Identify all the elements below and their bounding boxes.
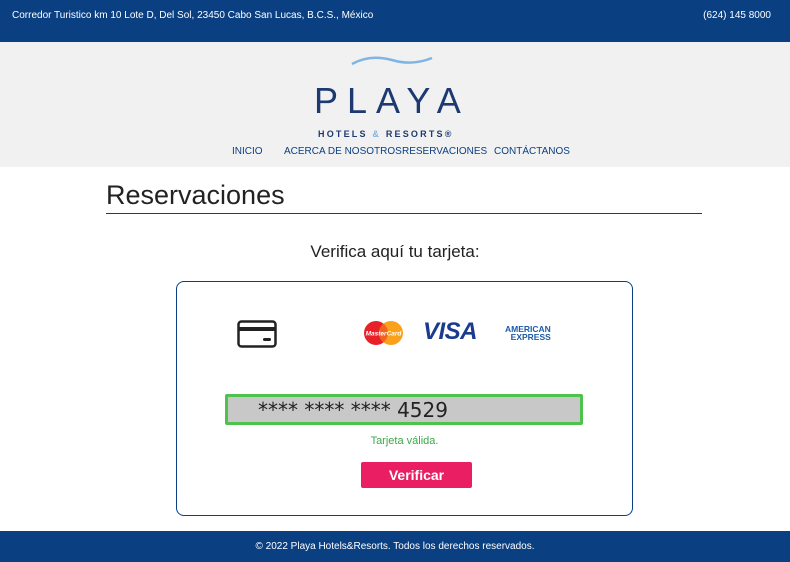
nav-item-acerca[interactable]: ACERCA DE NOSOTROS — [284, 146, 402, 157]
amex-logo: AMERICAN EXPRESS — [505, 325, 551, 342]
logo-subtitle: HOTELS & RESORTS® — [318, 129, 454, 139]
mastercard-logo: MasterCard — [364, 321, 403, 345]
nav-item-inicio[interactable]: INICIO — [232, 146, 263, 157]
visa-logo: VISA — [423, 318, 478, 345]
title-divider — [106, 213, 702, 214]
phone-number[interactable]: (624) 145 8000 — [703, 10, 771, 21]
wave-icon — [351, 56, 433, 66]
playa-logo[interactable]: PLAYA HOTELS & RESORTS® — [300, 50, 490, 140]
validation-message: Tarjeta válida. — [370, 435, 439, 447]
mastercard-label: MasterCard — [366, 331, 403, 338]
card-number-input[interactable] — [225, 394, 583, 425]
amex-line2: EXPRESS — [510, 332, 551, 342]
site-header: PLAYA HOTELS & RESORTS® INICIO ACERCA DE… — [0, 42, 790, 167]
credit-card-icon — [237, 320, 277, 348]
logo-wordmark: PLAYA — [314, 80, 470, 121]
verify-button[interactable]: Verificar — [361, 462, 472, 488]
nav-item-contactanos[interactable]: CONTÁCTANOS — [494, 146, 570, 157]
top-bar: Corredor Turistico km 10 Lote D, Del Sol… — [0, 0, 790, 42]
page-title: Reservaciones — [106, 180, 285, 210]
address-text: Corredor Turistico km 10 Lote D, Del Sol… — [12, 10, 374, 21]
nav-item-reservaciones[interactable]: RESERVACIONES — [402, 146, 487, 157]
site-footer: © 2022 Playa Hotels&Resorts. Todos los d… — [0, 531, 790, 562]
card-verification-panel: MasterCard VISA AMERICAN EXPRESS Tarjeta… — [176, 281, 633, 516]
verify-subtitle: Verifica aquí tu tarjeta: — [310, 242, 480, 261]
